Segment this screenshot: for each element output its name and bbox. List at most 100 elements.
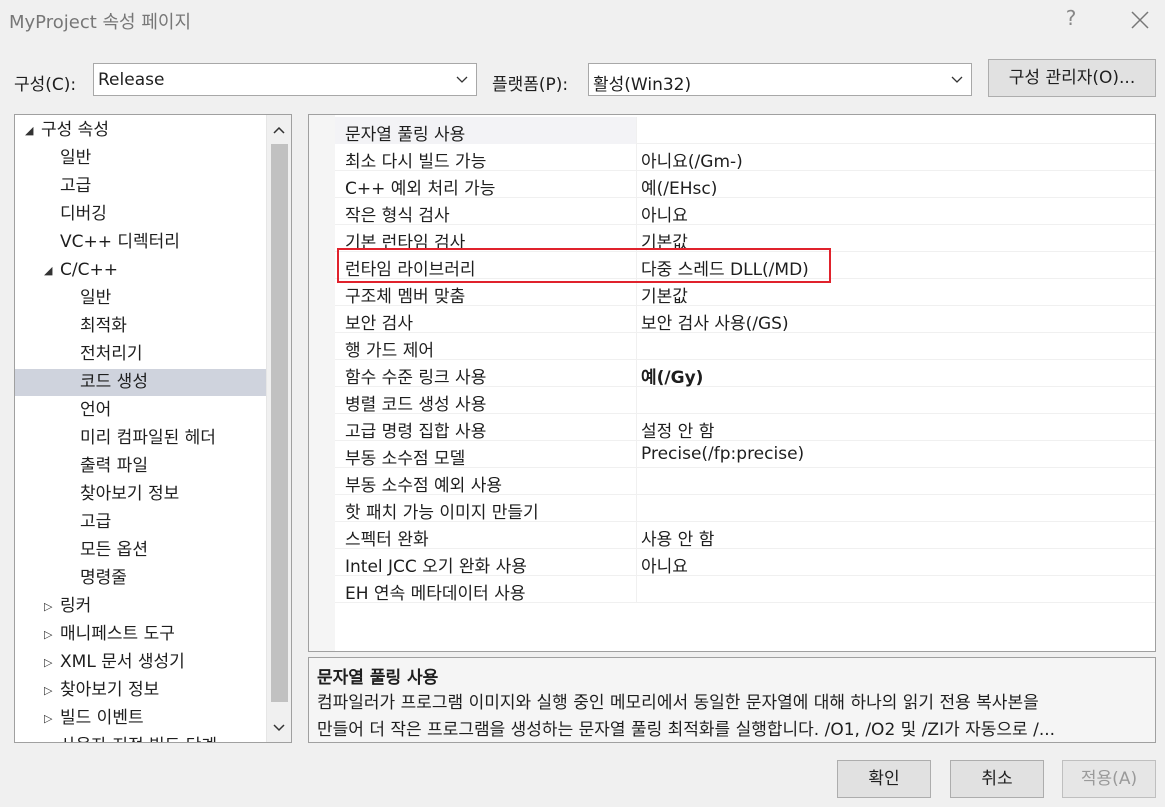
- property-tree[interactable]: ◢ 구성 속성 일반 고급 디버깅 VC++ 디렉터리 ◢ C/C++ 일반 최적화 전처리기 코드 …: [14, 114, 292, 743]
- property-row[interactable]: EH 연속 메타데이터 사용: [335, 576, 1155, 604]
- property-value[interactable]: 아니요(/Gm-): [641, 147, 743, 172]
- configuration-manager-button[interactable]: 구성 관리자(O)...: [988, 59, 1156, 97]
- tree-item-label: 최적화: [80, 316, 127, 336]
- tree-scrollbar[interactable]: [266, 115, 291, 742]
- property-row[interactable]: 핫 패치 가능 이미지 만들기: [335, 495, 1155, 523]
- property-row[interactable]: 고급 명령 집합 사용 설정 안 함: [335, 414, 1155, 442]
- help-button[interactable]: ?: [1062, 6, 1080, 30]
- property-name: C++ 예외 처리 가능: [345, 179, 496, 199]
- tree-item[interactable]: 코드 생성: [15, 369, 266, 396]
- property-row[interactable]: 문자열 풀링 사용: [335, 117, 1155, 145]
- property-row[interactable]: 구조체 멤버 맞춤 기본값: [335, 279, 1155, 307]
- property-row[interactable]: 부동 소수점 예외 사용: [335, 468, 1155, 496]
- expand-arrow-icon[interactable]: ▷: [44, 621, 52, 648]
- property-name: 문자열 풀링 사용: [345, 125, 466, 145]
- property-value[interactable]: 기본값: [641, 282, 688, 307]
- description-line: 만들어 더 작은 프로그램을 생성하는 문자열 풀링 최적화를 실행합니다. /…: [317, 720, 1056, 740]
- property-name: 최소 다시 빌드 가능: [345, 152, 487, 172]
- column-divider: [636, 441, 637, 468]
- scrollbar-thumb[interactable]: [271, 144, 288, 702]
- tree-item[interactable]: 명령줄: [15, 565, 266, 592]
- tree-item[interactable]: 일반: [15, 145, 266, 172]
- column-divider: [636, 522, 637, 549]
- expand-arrow-icon[interactable]: ▷: [44, 649, 52, 676]
- column-divider: [636, 468, 637, 495]
- config-dropdown[interactable]: Release: [93, 63, 477, 96]
- property-value[interactable]: 사용 안 함: [641, 525, 714, 550]
- property-value[interactable]: 예(/Gy): [641, 363, 703, 388]
- grid-gutter: [309, 115, 335, 651]
- property-name: 보안 검사: [345, 314, 413, 334]
- scroll-down-icon[interactable]: [272, 721, 286, 735]
- tree-item[interactable]: ◢ 구성 속성: [15, 117, 266, 144]
- property-row[interactable]: C++ 예외 처리 가능 예(/EHsc): [335, 171, 1155, 199]
- property-value[interactable]: 보안 검사 사용(/GS): [641, 309, 789, 334]
- column-divider: [636, 549, 637, 576]
- tree-item[interactable]: ▷ 링커: [15, 593, 266, 620]
- column-divider: [636, 387, 637, 414]
- tree-item[interactable]: 일반: [15, 285, 266, 312]
- tree-item[interactable]: 고급: [15, 173, 266, 200]
- property-value[interactable]: 예(/EHsc): [641, 174, 717, 199]
- tree-item[interactable]: 고급: [15, 509, 266, 536]
- collapse-arrow-icon[interactable]: ◢: [44, 257, 52, 284]
- property-row[interactable]: 최소 다시 빌드 가능 아니요(/Gm-): [335, 144, 1155, 172]
- tree-item[interactable]: VC++ 디렉터리: [15, 229, 266, 256]
- expand-arrow-icon[interactable]: ▷: [44, 705, 52, 732]
- property-value[interactable]: Precise(/fp:precise): [641, 444, 804, 464]
- tree-item-label: 고급: [60, 176, 92, 196]
- tree-item[interactable]: 찾아보기 정보: [15, 481, 266, 508]
- tree-item-label: 미리 컴파일된 헤더: [80, 428, 216, 448]
- close-icon[interactable]: [1128, 8, 1152, 32]
- tree-item[interactable]: 출력 파일: [15, 453, 266, 480]
- cancel-button[interactable]: 취소: [950, 760, 1044, 798]
- tree-item[interactable]: 디버깅: [15, 201, 266, 228]
- property-name: 함수 수준 링크 사용: [345, 368, 487, 388]
- tree-item-label: 출력 파일: [80, 456, 148, 476]
- tree-item[interactable]: 전처리기: [15, 341, 266, 368]
- property-value[interactable]: 아니요: [641, 201, 688, 226]
- property-row[interactable]: 부동 소수점 모델 Precise(/fp:precise): [335, 441, 1155, 469]
- property-row[interactable]: 작은 형식 검사 아니요: [335, 198, 1155, 226]
- expand-arrow-icon[interactable]: ▷: [44, 733, 52, 742]
- ok-button[interactable]: 확인: [837, 760, 931, 798]
- tree-item[interactable]: 최적화: [15, 313, 266, 340]
- tree-item[interactable]: ▷ 찾아보기 정보: [15, 677, 266, 704]
- tree-item[interactable]: 미리 컴파일된 헤더: [15, 425, 266, 452]
- apply-button[interactable]: 적용(A): [1062, 760, 1156, 798]
- property-name: 작은 형식 검사: [345, 206, 450, 226]
- tree-item-label: 코드 생성: [80, 372, 148, 392]
- expand-arrow-icon[interactable]: ▷: [44, 593, 52, 620]
- property-row[interactable]: 함수 수준 링크 사용 예(/Gy): [335, 360, 1155, 388]
- property-value[interactable]: 설정 안 함: [641, 417, 714, 442]
- collapse-arrow-icon[interactable]: ◢: [25, 117, 33, 144]
- property-grid[interactable]: 문자열 풀링 사용 최소 다시 빌드 가능 아니요(/Gm-) C++ 예외 처리 가…: [308, 114, 1156, 652]
- platform-label: 플랫폼(P):: [492, 75, 569, 95]
- tree-item-label: 언어: [80, 400, 112, 420]
- property-row[interactable]: 스펙터 완화 사용 안 함: [335, 522, 1155, 550]
- description-body: 컴파일러가 프로그램 이미지와 실행 중인 메모리에서 동일한 문자열에 대해 …: [317, 690, 1152, 744]
- tree-item-label: 링커: [60, 596, 92, 616]
- property-row[interactable]: 행 가드 제어: [335, 333, 1155, 361]
- column-divider: [636, 279, 637, 306]
- chevron-down-icon: [951, 76, 963, 83]
- tree-item[interactable]: ▷ 매니페스트 도구: [15, 621, 266, 648]
- tree-item[interactable]: ▷ 사용자 지정 빌드 단계: [15, 733, 266, 742]
- property-value[interactable]: 아니요: [641, 552, 688, 577]
- config-value: Release: [98, 70, 165, 90]
- tree-item[interactable]: ▷ 빌드 이벤트: [15, 705, 266, 732]
- scroll-up-icon[interactable]: [272, 123, 286, 137]
- tree-item[interactable]: 언어: [15, 397, 266, 424]
- expand-arrow-icon[interactable]: ▷: [44, 677, 52, 704]
- property-row[interactable]: 병렬 코드 생성 사용: [335, 387, 1155, 415]
- column-divider: [636, 306, 637, 333]
- property-row[interactable]: 보안 검사 보안 검사 사용(/GS): [335, 306, 1155, 334]
- tree-item-label: 전처리기: [80, 344, 143, 364]
- tree-item[interactable]: ▷ XML 문서 생성기: [15, 649, 266, 676]
- platform-dropdown[interactable]: 활성(Win32): [588, 63, 972, 96]
- column-divider: [636, 576, 637, 603]
- tree-item-label: 사용자 지정 빌드 단계: [60, 733, 217, 742]
- tree-item[interactable]: ◢ C/C++: [15, 257, 266, 284]
- property-row[interactable]: Intel JCC 오기 완화 사용 아니요: [335, 549, 1155, 577]
- tree-item[interactable]: 모든 옵션: [15, 537, 266, 564]
